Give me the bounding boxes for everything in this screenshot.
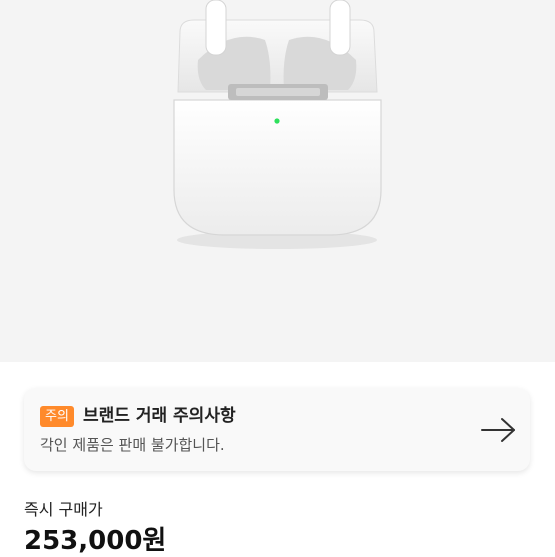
product-image-area (0, 0, 555, 362)
caution-badge: 주의 (40, 406, 74, 427)
notice-title: 브랜드 거래 주의사항 (83, 406, 236, 426)
notice-subtitle: 각인 제품은 판매 불가합니다. (40, 436, 225, 454)
airpods-case-image (173, 0, 382, 249)
arrow-right-icon[interactable] (480, 414, 518, 446)
brand-trade-notice-card[interactable]: 주의 브랜드 거래 주의사항 각인 제품은 판매 불가합니다. (24, 388, 530, 471)
instant-buy-price-value: 253,000원 (24, 526, 167, 556)
instant-buy-price-label: 즉시 구매가 (24, 500, 103, 519)
